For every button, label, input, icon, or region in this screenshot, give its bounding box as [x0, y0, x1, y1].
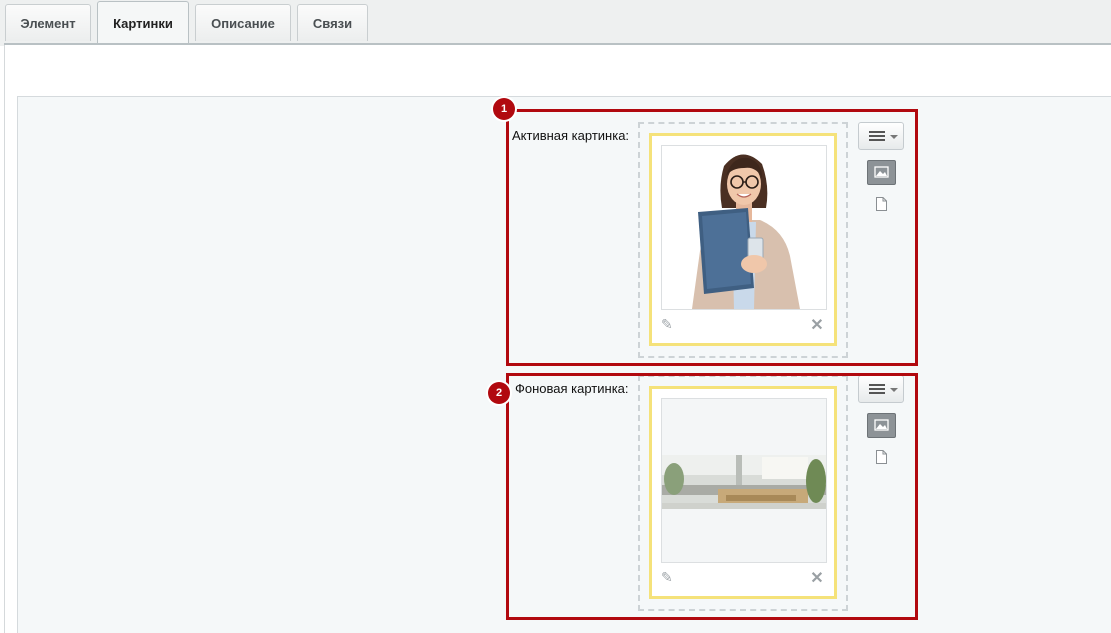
- tab-images[interactable]: Картинки: [97, 1, 189, 45]
- tab-description[interactable]: Описание: [195, 4, 291, 41]
- tab-element[interactable]: Элемент: [5, 4, 91, 41]
- step-badge-1: 1: [493, 98, 515, 120]
- step-badge-2: 2: [488, 382, 510, 404]
- tab-bar: Элемент Картинки Описание Связи: [0, 0, 1111, 46]
- tab-links[interactable]: Связи: [297, 4, 368, 41]
- background-image-highlight: [506, 373, 918, 620]
- active-image-highlight: [506, 109, 918, 366]
